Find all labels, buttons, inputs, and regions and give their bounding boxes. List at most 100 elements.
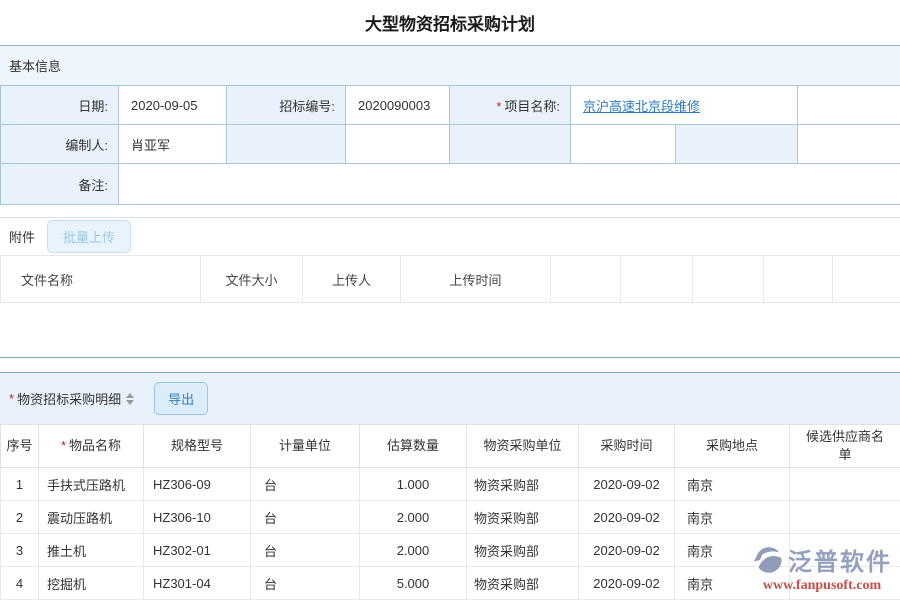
sort-down-arrow-icon	[126, 400, 134, 405]
cell-est-qty: 1.000	[360, 468, 467, 501]
project-name-link[interactable]: 京沪高速北京段维修	[583, 99, 700, 114]
sort-toggle-icon[interactable]	[126, 393, 134, 405]
cell-spec-model: HZ301-04	[144, 567, 251, 600]
col-upload-time: 上传时间	[401, 256, 551, 303]
bid-no-value: 2020090003	[346, 86, 450, 125]
form-row-remark: 备注:	[1, 164, 900, 205]
cell-purchase-place: 南京	[675, 501, 790, 534]
cell-item-name: 挖掘机	[39, 567, 144, 600]
empty-label-cell	[450, 125, 571, 164]
col-empty	[693, 256, 764, 303]
remark-label: 备注:	[1, 164, 119, 205]
form-row-2: 编制人: 肖亚军	[1, 125, 900, 164]
table-row: 2 震动压路机 HZ306-10 台 2.000 物资采购部 2020-09-0…	[1, 501, 900, 534]
detail-header-row: 序号 *物品名称 规格型号 计量单位 估算数量 物资采购单位 采购时间 采购地点…	[1, 425, 900, 468]
bid-no-label: 招标编号:	[227, 86, 346, 125]
col-uploader: 上传人	[303, 256, 401, 303]
required-asterisk: *	[9, 391, 14, 406]
page: 大型物资招标采购计划 基本信息 日期: 2020-09-05 招标编号: 202…	[0, 0, 900, 600]
watermark-url-text: www.fanpusoft.com	[752, 578, 892, 594]
required-asterisk: *	[61, 438, 66, 453]
required-asterisk: *	[496, 99, 501, 114]
export-button[interactable]: 导出	[154, 382, 208, 415]
vendor-watermark: 泛普软件 www.fanpusoft.com	[752, 542, 892, 594]
date-label: 日期:	[1, 86, 119, 125]
basic-info-table: 日期: 2020-09-05 招标编号: 2020090003 *项目名称: 京…	[0, 85, 900, 205]
cell-purchase-time: 2020-09-02	[579, 468, 675, 501]
cell-purchase-dept: 物资采购部	[467, 468, 579, 501]
page-title: 大型物资招标采购计划	[365, 10, 535, 35]
empty-value-cell	[798, 86, 900, 125]
empty-label-cell	[227, 125, 346, 164]
col-seq: 序号	[1, 425, 39, 468]
col-candidate-suppliers: 候选供应商名单	[790, 425, 900, 468]
cell-spec-model: HZ302-01	[144, 534, 251, 567]
cell-purchase-dept: 物资采购部	[467, 501, 579, 534]
cell-purchase-time: 2020-09-02	[579, 534, 675, 567]
cell-item-name: 推土机	[39, 534, 144, 567]
cell-est-qty: 2.000	[360, 534, 467, 567]
project-name-label: *项目名称:	[450, 86, 571, 125]
cell-purchase-time: 2020-09-02	[579, 567, 675, 600]
preparer-label: 编制人:	[1, 125, 119, 164]
basic-info-title: 基本信息	[9, 56, 61, 75]
remark-value	[119, 164, 900, 205]
attachments-table: 文件名称 文件大小 上传人 上传时间	[0, 255, 900, 303]
project-name-cell: 京沪高速北京段维修	[571, 86, 798, 125]
detail-section-header: * 物资招标采购明细 导出	[0, 372, 900, 424]
watermark-brand-row: 泛普软件	[752, 542, 892, 577]
attachments-empty-body	[0, 303, 900, 357]
cell-unit: 台	[251, 534, 360, 567]
cell-est-qty: 5.000	[360, 567, 467, 600]
cell-unit: 台	[251, 501, 360, 534]
basic-info-section: 基本信息 日期: 2020-09-05 招标编号: 2020090003 *项目…	[0, 45, 900, 205]
col-spec-model: 规格型号	[144, 425, 251, 468]
cell-seq: 2	[1, 501, 39, 534]
col-item-name: *物品名称	[39, 425, 144, 468]
cell-seq: 1	[1, 468, 39, 501]
cell-item-name: 手扶式压路机	[39, 468, 144, 501]
empty-value-cell	[798, 125, 900, 164]
batch-upload-button[interactable]: 批量上传	[47, 220, 131, 253]
date-value: 2020-09-05	[119, 86, 227, 125]
basic-info-header: 基本信息	[0, 46, 900, 85]
empty-label-cell	[676, 125, 798, 164]
col-purchase-time: 采购时间	[579, 425, 675, 468]
col-file-name: 文件名称	[1, 256, 201, 303]
preparer-value: 肖亚军	[119, 125, 227, 164]
cell-purchase-time: 2020-09-02	[579, 501, 675, 534]
cell-spec-model: HZ306-09	[144, 468, 251, 501]
empty-value-cell	[346, 125, 450, 164]
cell-purchase-place: 南京	[675, 468, 790, 501]
cell-candidate-suppliers	[790, 501, 900, 534]
cell-seq: 3	[1, 534, 39, 567]
col-purchase-dept: 物资采购单位	[467, 425, 579, 468]
empty-value-cell	[571, 125, 676, 164]
col-empty	[551, 256, 621, 303]
cell-unit: 台	[251, 567, 360, 600]
watermark-brand-text: 泛普软件	[788, 542, 892, 577]
col-est-qty: 估算数量	[360, 425, 467, 468]
section-divider	[0, 357, 900, 358]
attachments-header-row: 文件名称 文件大小 上传人 上传时间	[1, 256, 900, 303]
cell-purchase-dept: 物资采购部	[467, 534, 579, 567]
table-row: 1 手扶式压路机 HZ306-09 台 1.000 物资采购部 2020-09-…	[1, 468, 900, 501]
col-empty	[764, 256, 833, 303]
fanpu-logo-icon	[752, 544, 784, 576]
cell-item-name: 震动压路机	[39, 501, 144, 534]
cell-seq: 4	[1, 567, 39, 600]
attachments-title: 附件	[9, 227, 35, 246]
col-empty	[833, 256, 900, 303]
col-empty	[621, 256, 693, 303]
attachments-bar: 附件 批量上传	[0, 218, 900, 255]
col-purchase-place: 采购地点	[675, 425, 790, 468]
form-row-1: 日期: 2020-09-05 招标编号: 2020090003 *项目名称: 京…	[1, 86, 900, 125]
title-bar: 大型物资招标采购计划	[0, 0, 900, 45]
detail-section-title: 物资招标采购明细	[17, 389, 121, 408]
cell-purchase-dept: 物资采购部	[467, 567, 579, 600]
sort-up-arrow-icon	[126, 393, 134, 398]
col-file-size: 文件大小	[201, 256, 303, 303]
attachments-section: 附件 批量上传 文件名称 文件大小 上传人 上传时间	[0, 217, 900, 357]
col-unit: 计量单位	[251, 425, 360, 468]
cell-est-qty: 2.000	[360, 501, 467, 534]
